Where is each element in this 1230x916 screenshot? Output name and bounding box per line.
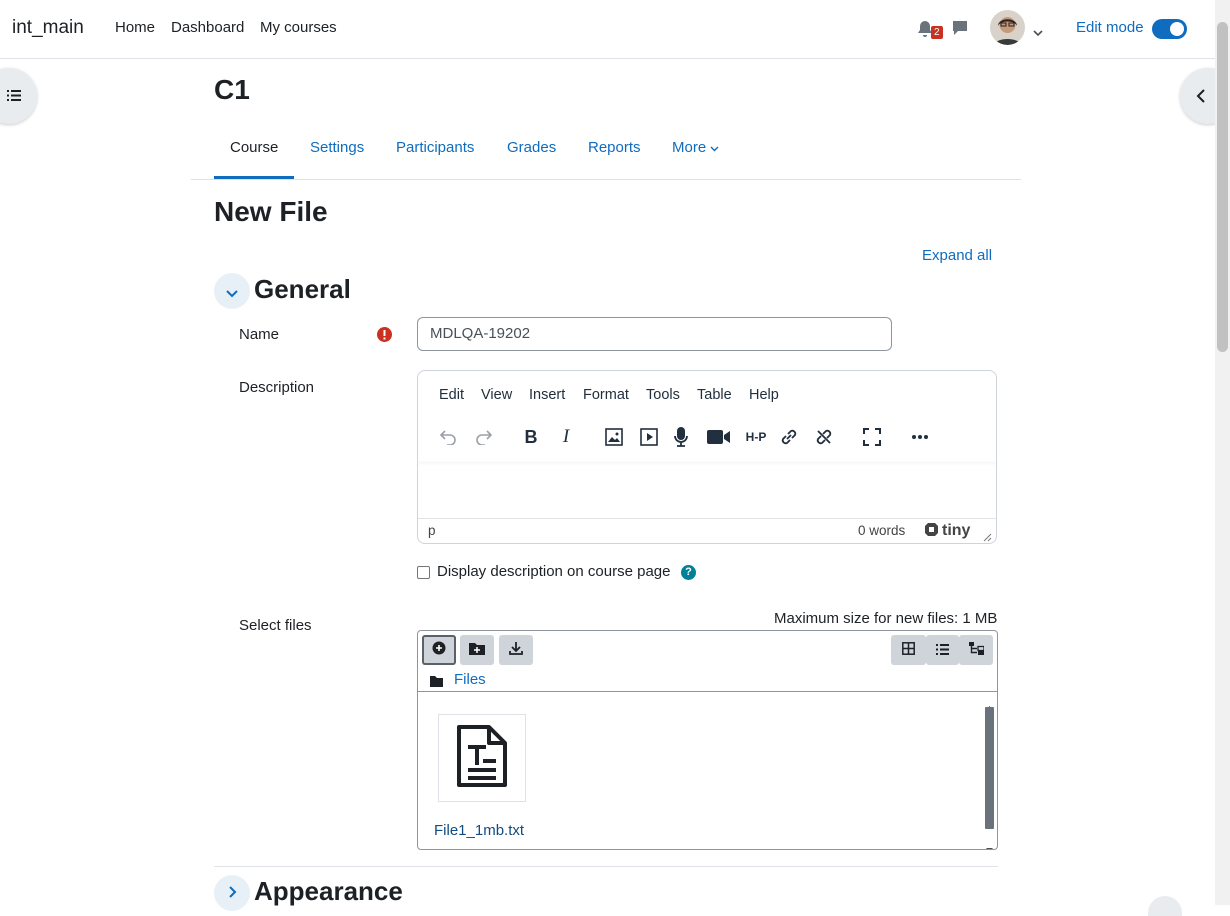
page-title: New File	[214, 196, 328, 227]
select-files-label: Select files	[239, 617, 312, 634]
menu-view[interactable]: View	[481, 387, 512, 403]
avatar[interactable]	[990, 10, 1025, 45]
folder-plus-icon	[469, 642, 485, 659]
media-icon[interactable]	[637, 425, 661, 449]
resize-handle-icon[interactable]	[983, 530, 992, 543]
folder-icon	[430, 674, 443, 691]
text-file-icon	[455, 723, 509, 793]
tiny-wordmark: tiny	[942, 522, 971, 539]
menu-tools[interactable]: Tools	[646, 387, 680, 403]
plus-circle-icon	[432, 641, 446, 659]
course-title: C1	[214, 74, 250, 105]
course-index-toggle[interactable]	[0, 68, 37, 124]
tab-reports[interactable]: Reports	[588, 139, 641, 156]
view-tree-button[interactable]	[959, 635, 993, 665]
section-divider	[214, 866, 998, 867]
chevron-down-icon	[225, 286, 239, 303]
display-description-checkbox[interactable]	[417, 566, 430, 579]
filemanager-scrollbar[interactable]	[984, 695, 995, 849]
tab-settings[interactable]: Settings	[310, 139, 364, 156]
nav-my-courses-link[interactable]: My courses	[260, 19, 337, 36]
view-icons-button[interactable]	[891, 635, 926, 665]
list-icon	[936, 642, 949, 659]
edit-mode-label[interactable]: Edit mode	[1076, 19, 1144, 36]
appearance-expand-button[interactable]	[214, 875, 250, 911]
display-description-label[interactable]: Display description on course page	[437, 563, 670, 580]
chevron-down-icon	[710, 139, 719, 156]
nav-dashboard-link[interactable]: Dashboard	[171, 19, 244, 36]
general-section-title: General	[254, 274, 351, 304]
chat-bubble-icon[interactable]	[952, 20, 968, 40]
grid-icon	[902, 641, 915, 659]
editor-statusbar: p 0 words tiny	[418, 518, 996, 543]
list-icon	[7, 89, 21, 106]
element-path[interactable]: p	[428, 523, 436, 538]
view-details-button[interactable]	[926, 635, 959, 665]
download-all-button[interactable]	[499, 635, 533, 665]
menu-table[interactable]: Table	[697, 387, 732, 403]
appearance-section-title: Appearance	[254, 876, 403, 906]
top-navbar: int_main Home Dashboard My courses 2 Edi…	[0, 0, 1215, 59]
tab-more-label: More	[672, 139, 707, 156]
chevron-right-icon	[228, 885, 238, 903]
files-breadcrumb[interactable]: Files	[454, 671, 486, 688]
h5p-icon[interactable]: H-P	[742, 425, 770, 449]
record-audio-icon[interactable]	[669, 425, 693, 449]
menu-edit[interactable]: Edit	[439, 387, 464, 403]
required-icon	[377, 327, 392, 346]
tab-course[interactable]: Course	[230, 139, 278, 156]
italic-icon[interactable]: I	[554, 425, 578, 449]
more-icon[interactable]	[908, 425, 932, 449]
image-icon[interactable]	[602, 425, 626, 449]
scroll-down-icon[interactable]	[986, 840, 993, 849]
word-count[interactable]: 0 words	[858, 523, 905, 538]
expand-all-link[interactable]: Expand all	[922, 247, 992, 264]
create-folder-button[interactable]	[460, 635, 494, 665]
chevron-left-icon	[1196, 88, 1206, 108]
menu-insert[interactable]: Insert	[529, 387, 565, 403]
notification-count-badge: 2	[931, 26, 943, 39]
name-label: Name	[239, 326, 280, 343]
unlink-icon[interactable]	[812, 425, 836, 449]
back-to-top-button[interactable]	[1148, 896, 1182, 916]
add-file-button[interactable]	[422, 635, 456, 665]
file-manager: Files File1_1mb.txt	[417, 630, 998, 850]
site-brand[interactable]: int_main	[12, 17, 84, 39]
tab-grades[interactable]: Grades	[507, 139, 556, 156]
page-scrollbar[interactable]	[1215, 0, 1230, 905]
bold-icon[interactable]: B	[519, 425, 543, 449]
description-label: Description	[239, 379, 315, 396]
fullscreen-icon[interactable]	[860, 425, 884, 449]
tab-participants[interactable]: Participants	[396, 139, 474, 156]
edit-mode-toggle[interactable]	[1152, 19, 1187, 39]
chevron-down-icon[interactable]	[1033, 24, 1043, 41]
link-icon[interactable]	[777, 425, 801, 449]
redo-icon[interactable]	[472, 425, 496, 449]
tiny-logo-icon	[924, 522, 939, 540]
undo-icon[interactable]	[436, 425, 460, 449]
tree-icon	[968, 641, 985, 659]
record-video-icon[interactable]	[707, 425, 731, 449]
general-collapse-button[interactable]	[214, 273, 250, 309]
nav-home-link[interactable]: Home	[115, 19, 155, 36]
filemanager-divider	[418, 691, 997, 692]
editor-content-area[interactable]	[418, 461, 996, 517]
menu-format[interactable]: Format	[583, 387, 629, 403]
menu-help[interactable]: Help	[749, 387, 779, 403]
name-field[interactable]: MDLQA-19202	[417, 317, 892, 351]
tiny-branding[interactable]: tiny	[924, 522, 970, 540]
max-size-text: Maximum size for new files: 1 MB	[774, 610, 998, 627]
help-icon[interactable]: ?	[681, 565, 696, 580]
download-icon	[509, 641, 523, 659]
tabs-divider	[191, 179, 1021, 180]
tab-more[interactable]: More	[672, 139, 719, 156]
file-name-link[interactable]: File1_1mb.txt	[434, 822, 524, 839]
description-editor: Edit View Insert Format Tools Table Help…	[417, 370, 997, 544]
file-thumbnail[interactable]	[438, 714, 526, 802]
